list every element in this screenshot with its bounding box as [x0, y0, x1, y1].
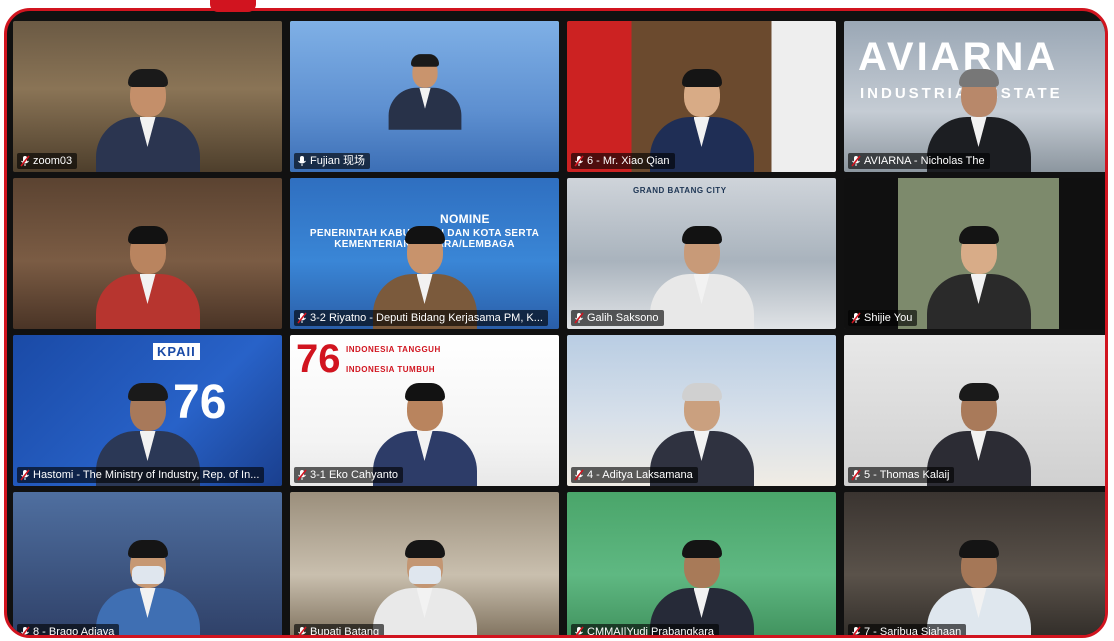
participant-name-label: 8 - Brago Adjaya — [17, 624, 120, 638]
participant-name: zoom03 — [33, 155, 73, 167]
participant-name-label: 4 - Aditya Laksamana — [571, 467, 698, 483]
mic-muted-icon — [574, 312, 584, 324]
participant-tile[interactable]: GRAND BATANG CITY Galih Saksono — [567, 178, 836, 329]
person-hair — [404, 226, 445, 244]
person-hair — [958, 383, 999, 401]
person-hair — [958, 226, 999, 244]
person-hair — [127, 69, 168, 87]
participant-tile[interactable]: zoom03 — [13, 21, 282, 172]
participant-name: CMMAI|Yudi Prabangkara — [587, 626, 714, 638]
participant-name: 8 - Brago Adjaya — [33, 626, 115, 638]
person-hair — [681, 69, 722, 87]
person-hair — [958, 69, 999, 87]
participant-name: 7 - Saribua Siahaan — [864, 626, 962, 638]
person-hair — [681, 383, 722, 401]
participant-tile[interactable]: Bupati Batang — [290, 492, 559, 638]
participant-video — [383, 53, 467, 130]
participant-video — [88, 67, 208, 172]
participant-name: 3-2 Riyatno - Deputi Bidang Kerjasama PM… — [310, 312, 543, 324]
mic-icon — [297, 155, 307, 167]
participant-grid: zoom03 Fujian 现场 6 - Mr. Xiao Qian AVIARNA I… — [13, 21, 1105, 638]
participant-name-label: 3-1 Eko Cahyanto — [294, 467, 404, 483]
person-hair — [404, 383, 445, 401]
participant-name-label: Bupati Batang — [294, 624, 385, 638]
mic-muted-icon — [20, 155, 30, 167]
mic-muted-icon — [20, 469, 30, 481]
participant-video — [88, 224, 208, 329]
person-hair — [404, 540, 445, 558]
participant-tile[interactable]: 4 - Aditya Laksamana — [567, 335, 836, 486]
person-hair — [127, 226, 168, 244]
participant-name: Fujian 现场 — [310, 155, 366, 167]
mic-muted-icon — [851, 155, 861, 167]
person-hair — [681, 540, 722, 558]
mic-muted-icon — [851, 312, 861, 324]
participant-name-label: CMMAI|Yudi Prabangkara — [571, 624, 719, 638]
participant-name-label: 5 - Thomas Kalaij — [848, 467, 955, 483]
person-hair — [958, 540, 999, 558]
person-hair — [410, 54, 439, 67]
participant-name-label: Galih Saksono — [571, 310, 664, 326]
participant-name: 4 - Aditya Laksamana — [587, 469, 693, 481]
frame-tab — [210, 0, 256, 12]
participant-name-label: Shijie You — [848, 310, 918, 326]
person-hair — [127, 540, 168, 558]
participant-tile[interactable]: AVIARNA INDUSTRIAL ESTATE AVIARNA - Nichol… — [844, 21, 1105, 172]
participant-name: Shijie You — [864, 312, 913, 324]
anniversary-76-logo: 76 — [296, 337, 341, 381]
participant-tile[interactable]: 76 INDONESIA TANGGUH INDONESIA TUMBUH 3-1 E… — [290, 335, 559, 486]
anniversary-tagline: INDONESIA TANGGUH — [346, 345, 441, 354]
participant-tile[interactable]: CMMAI|Yudi Prabangkara — [567, 492, 836, 638]
mic-muted-icon — [297, 469, 307, 481]
participant-video — [919, 224, 1039, 329]
participant-tile[interactable]: 6 - Mr. Xiao Qian — [567, 21, 836, 172]
face-mask — [408, 566, 441, 584]
mic-muted-icon — [297, 312, 307, 324]
participant-tile[interactable]: Shijie You — [844, 178, 1105, 329]
participant-tile[interactable]: 5 - Thomas Kalaij — [844, 335, 1105, 486]
participant-name-label: Hastomi - The Ministry of Industry, Rep.… — [17, 467, 265, 483]
kpaii-logo: KPAII — [153, 343, 200, 360]
participant-name-label: 7 - Saribua Siahaan — [848, 624, 967, 638]
video-conference-frame: zoom03 Fujian 现场 6 - Mr. Xiao Qian AVIARNA I… — [4, 8, 1108, 638]
mic-muted-icon — [851, 626, 861, 635]
participant-tile[interactable] — [13, 178, 282, 329]
participant-name-label: 6 - Mr. Xiao Qian — [571, 153, 675, 169]
participant-name: AVIARNA - Nicholas The — [864, 155, 985, 167]
participant-tile[interactable]: 7 - Saribua Siahaan — [844, 492, 1105, 638]
anniversary-tagline: INDONESIA TUMBUH — [346, 365, 436, 374]
participant-name: 3-1 Eko Cahyanto — [310, 469, 399, 481]
grand-city-sign: GRAND BATANG CITY — [633, 186, 727, 195]
person-hair — [127, 383, 168, 401]
mic-muted-icon — [851, 469, 861, 481]
participant-name-label: zoom03 — [17, 153, 78, 169]
participant-name-label: AVIARNA - Nicholas The — [848, 153, 990, 169]
participant-name: 6 - Mr. Xiao Qian — [587, 155, 670, 167]
mic-muted-icon — [574, 155, 584, 167]
participant-name: Hastomi - The Ministry of Industry, Rep.… — [33, 469, 260, 481]
person-hair — [681, 226, 722, 244]
participant-video — [365, 538, 485, 635]
face-mask — [131, 566, 164, 584]
participant-tile[interactable]: NOMINEPENERINTAH KABUPATEN DAN KOTA SERT… — [290, 178, 559, 329]
mic-muted-icon — [297, 626, 307, 635]
mic-muted-icon — [574, 469, 584, 481]
participant-name: Galih Saksono — [587, 312, 659, 324]
participant-tile[interactable]: KPAII 76 Hastomi - The Ministry of Industr… — [13, 335, 282, 486]
participant-video — [88, 538, 208, 635]
participant-name: Bupati Batang — [310, 626, 380, 638]
participant-tile[interactable]: 8 - Brago Adjaya — [13, 492, 282, 638]
participant-tile[interactable]: Fujian 现场 — [290, 21, 559, 172]
participant-name: 5 - Thomas Kalaij — [864, 469, 950, 481]
participant-name-label: 3-2 Riyatno - Deputi Bidang Kerjasama PM… — [294, 310, 548, 326]
participant-name-label: Fujian 现场 — [294, 153, 371, 169]
mic-muted-icon — [574, 626, 584, 635]
mic-muted-icon — [20, 626, 30, 635]
participant-video — [919, 538, 1039, 635]
participant-video — [642, 538, 762, 635]
